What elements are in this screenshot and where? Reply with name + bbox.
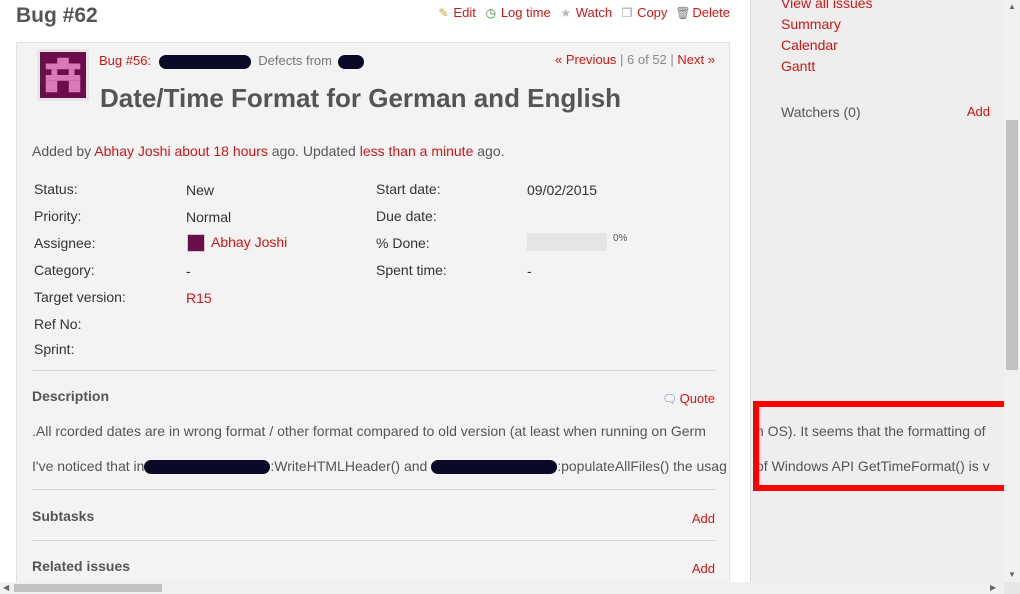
done-label: % Done: <box>376 235 430 251</box>
start-date-label: Start date: <box>376 181 441 197</box>
trash-icon: 🗑 <box>675 5 691 20</box>
next-link[interactable]: Next » <box>677 52 715 67</box>
issue-details: Bug #56: Defects from « Previous | 6 of … <box>16 42 730 582</box>
related-issues-title: Related issues <box>32 558 131 574</box>
watchers-add-link[interactable]: Add <box>967 104 990 119</box>
previous-link[interactable]: « Previous <box>555 52 616 67</box>
divider <box>32 370 716 371</box>
main-content: Bug #62 ✎ Edit ◷ Log time ★ Watch ❐ Copy… <box>0 0 750 582</box>
description-line-1: .All rcorded dates are in wrong format /… <box>32 423 706 439</box>
copy-icon: ❐ <box>621 5 633 20</box>
parent-issue-link[interactable]: Bug #56: <box>99 53 151 68</box>
related-issues-add-link[interactable]: Add <box>692 561 715 576</box>
issue-position: 6 of 52 <box>627 52 667 67</box>
speech-bubble-icon: 🗨 <box>661 392 678 406</box>
updated-time-link[interactable]: less than a minute <box>360 143 474 159</box>
page-title: Bug #62 <box>16 4 98 27</box>
priority-label: Priority: <box>34 208 82 224</box>
horizontal-scroll-thumb[interactable] <box>14 584 162 592</box>
issue-navigation: « Previous | 6 of 52 | Next » <box>554 52 715 67</box>
scroll-right-arrow-icon[interactable]: ▶ <box>990 583 996 592</box>
done-progress-bar <box>527 233 607 252</box>
copy-button[interactable]: ❐ Copy <box>620 5 668 20</box>
issue-actions: ✎ Edit ◷ Log time ★ Watch ❐ Copy 🗑 Delet… <box>436 5 730 20</box>
status-value: New <box>186 182 215 198</box>
redacted-text <box>144 460 271 475</box>
sprint-label: Sprint: <box>34 341 75 357</box>
redacted-text <box>158 54 251 69</box>
assignee-value: Abhay Joshi <box>187 234 287 253</box>
sidebar: View all issues Summary Calendar Gantt W… <box>750 0 1004 582</box>
done-value: 0% <box>527 233 628 252</box>
refno-label: Ref No: <box>34 316 82 332</box>
redacted-text <box>431 460 558 475</box>
vertical-scrollbar[interactable]: ▲ ▼ <box>1004 0 1020 582</box>
assignee-avatar <box>187 234 205 253</box>
clock-icon: ◷ <box>485 5 497 20</box>
due-date-label: Due date: <box>376 208 437 224</box>
watch-button[interactable]: ★ Watch <box>559 5 612 20</box>
scrollbar-corner <box>1004 582 1020 594</box>
redacted-text <box>337 54 364 69</box>
star-icon: ★ <box>560 5 572 20</box>
author-link[interactable]: Abhay Joshi <box>94 143 170 159</box>
spent-time-label: Spent time: <box>376 262 447 278</box>
added-time-link[interactable]: about 18 hours <box>174 143 267 159</box>
start-date-value: 09/02/2015 <box>527 182 598 198</box>
edit-button[interactable]: ✎ Edit <box>436 5 475 20</box>
description-title: Description <box>32 388 110 404</box>
sidebar-link-view-all-issues[interactable]: View all issues <box>781 0 873 11</box>
target-version-label: Target version: <box>34 289 126 305</box>
avatar <box>37 49 89 101</box>
horizontal-scrollbar[interactable]: ◀ ▶ <box>0 582 1004 594</box>
watchers-heading: Watchers (0) <box>781 104 861 120</box>
issue-subject: Date/Time Format for German and English <box>100 83 622 113</box>
parent-issue: Bug #56: Defects from <box>99 53 364 69</box>
sidebar-link-calendar[interactable]: Calendar <box>781 37 838 53</box>
scroll-down-arrow-icon[interactable]: ▼ <box>1008 570 1016 579</box>
pencil-icon: ✎ <box>438 5 449 20</box>
status-label: Status: <box>34 181 78 197</box>
sidebar-link-gantt[interactable]: Gantt <box>781 58 815 74</box>
assignee-label: Assignee: <box>34 235 96 251</box>
category-value: - <box>186 263 191 279</box>
priority-value: Normal <box>186 209 232 225</box>
subtasks-title: Subtasks <box>32 508 95 524</box>
target-version-link[interactable]: R15 <box>186 290 212 306</box>
quote-button[interactable]: 🗨 Quote <box>662 391 715 406</box>
scroll-up-arrow-icon[interactable]: ▲ <box>1008 2 1016 11</box>
subtasks-add-link[interactable]: Add <box>692 511 715 526</box>
avatar-icon <box>40 52 86 98</box>
sidebar-link-summary[interactable]: Summary <box>781 16 841 32</box>
spent-time-value: - <box>527 263 532 279</box>
divider <box>32 540 716 541</box>
vertical-scroll-thumb[interactable] <box>1006 120 1018 370</box>
category-label: Category: <box>34 262 95 278</box>
scroll-left-arrow-icon[interactable]: ◀ <box>3 583 9 592</box>
delete-button[interactable]: 🗑 Delete <box>675 5 730 20</box>
done-percent: 0% <box>613 233 628 244</box>
description-line-2: I've noticed that in:WriteHTMLHeader() a… <box>32 458 727 475</box>
author-line: Added by Abhay Joshi about 18 hours ago.… <box>32 143 505 159</box>
log-time-button[interactable]: ◷ Log time <box>484 5 551 20</box>
divider <box>32 489 716 490</box>
assignee-link[interactable]: Abhay Joshi <box>211 234 287 250</box>
highlight-box <box>753 401 1017 491</box>
